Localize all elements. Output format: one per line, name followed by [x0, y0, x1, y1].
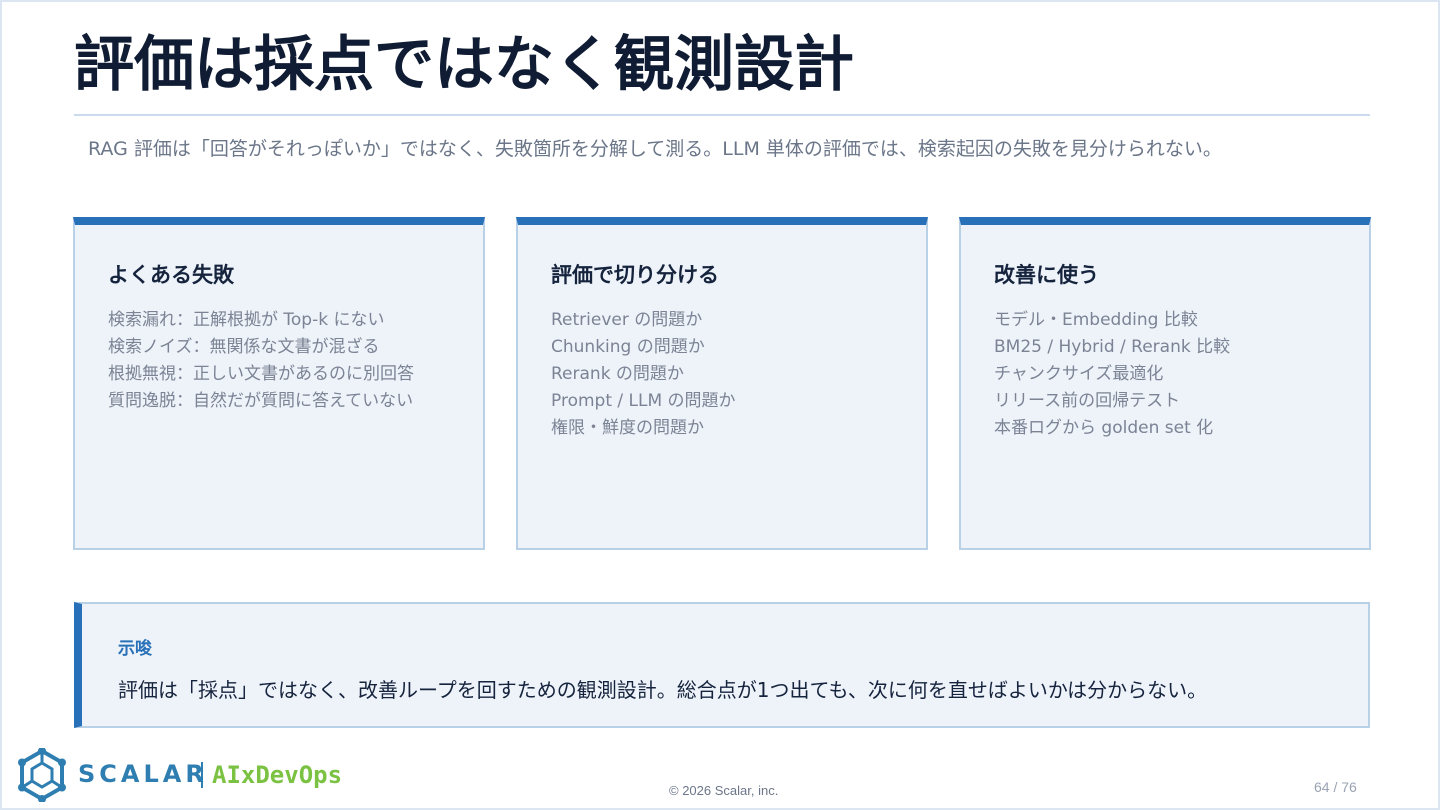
- callout-text: 評価は「採点」ではなく、改善ループを回すための観測設計。総合点が1つ出ても、次に…: [118, 678, 1208, 702]
- list-item: 検索漏れ：正解根拠が Top-k にない: [108, 310, 385, 330]
- card-use-for-improvement: 改善に使う モデル・Embedding 比較 BM25 / Hybrid / R…: [959, 217, 1371, 550]
- list-item: 権限・鮮度の問題か: [551, 418, 704, 438]
- list-item: モデル・Embedding 比較: [994, 310, 1198, 330]
- list-item: 本番ログから golden set 化: [994, 418, 1214, 438]
- card-list: モデル・Embedding 比較 BM25 / Hybrid / Rerank …: [994, 307, 1230, 442]
- page-number: 64 / 76: [1314, 779, 1357, 795]
- slide-subtitle: RAG 評価は「回答がそれっぽいか」ではなく、失敗箇所を分解して測る。LLM 単…: [88, 138, 1222, 160]
- list-item: 質問逸脱：自然だが質問に答えていない: [108, 391, 414, 411]
- callout-label: 示唆: [118, 639, 152, 659]
- card-isolate-by-evaluation: 評価で切り分ける Retriever の問題か Chunking の問題か Re…: [516, 217, 928, 550]
- brand-divider: [201, 762, 203, 788]
- copyright: © 2026 Scalar, inc.: [669, 783, 779, 798]
- list-item: Retriever の問題か: [551, 310, 703, 330]
- brand-subname: AIxDevOps: [212, 761, 343, 789]
- list-item: 検索ノイズ：無関係な文書が混ざる: [108, 337, 380, 357]
- list-item: 根拠無視：正しい文書があるのに別回答: [108, 364, 414, 384]
- card-list: Retriever の問題か Chunking の問題か Rerank の問題か…: [551, 307, 736, 442]
- list-item: リリース前の回帰テスト: [994, 391, 1181, 411]
- slide: 評価は採点ではなく観測設計 RAG 評価は「回答がそれっぽいか」ではなく、失敗箇…: [0, 0, 1440, 810]
- card-list: 検索漏れ：正解根拠が Top-k にない 検索ノイズ：無関係な文書が混ざる 根拠…: [108, 307, 414, 415]
- insight-callout: 示唆 評価は「採点」ではなく、改善ループを回すための観測設計。総合点が1つ出ても…: [74, 602, 1370, 728]
- list-item: Chunking の問題か: [551, 337, 705, 357]
- card-common-failures: よくある失敗 検索漏れ：正解根拠が Top-k にない 検索ノイズ：無関係な文書…: [73, 217, 485, 550]
- list-item: Rerank の問題か: [551, 364, 684, 384]
- card-title: よくある失敗: [108, 263, 234, 287]
- card-title: 改善に使う: [994, 263, 1099, 287]
- title-divider: [74, 114, 1370, 116]
- slide-title: 評価は採点ではなく観測設計: [74, 30, 854, 100]
- scalar-logo-icon: [18, 748, 66, 802]
- list-item: Prompt / LLM の問題か: [551, 391, 736, 411]
- list-item: BM25 / Hybrid / Rerank 比較: [994, 337, 1231, 357]
- card-title: 評価で切り分ける: [551, 263, 719, 287]
- list-item: チャンクサイズ最適化: [994, 364, 1164, 384]
- brand-name: SCALAR: [78, 760, 208, 788]
